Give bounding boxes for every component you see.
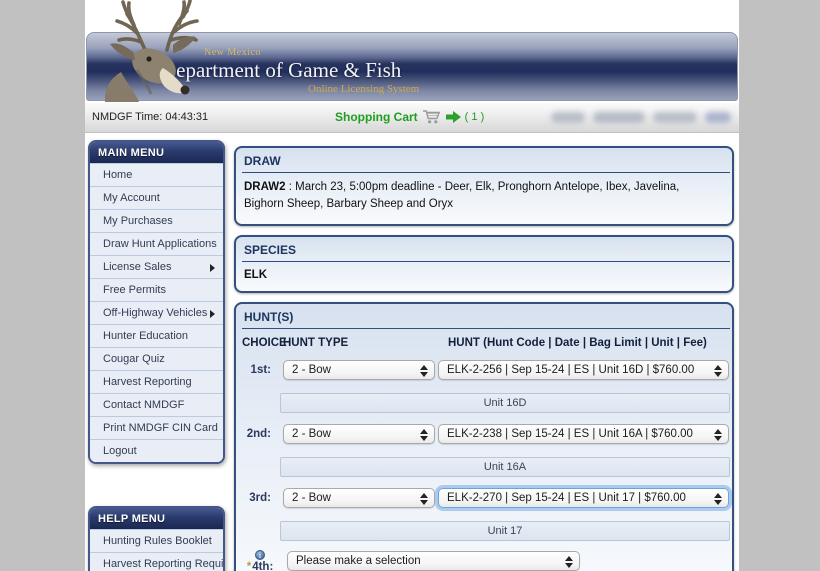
column-choice: CHOICE xyxy=(242,336,287,349)
menu-item-cougar-quiz[interactable]: Cougar Quiz xyxy=(90,347,223,370)
panel-divider xyxy=(242,260,730,262)
draw-panel: DRAW DRAW2 : March 23, 5:00pm deadline -… xyxy=(234,146,734,226)
species-panel: SPECIES ELK xyxy=(234,234,734,293)
redacted-user-info xyxy=(551,112,731,123)
arrow-right-icon xyxy=(445,111,461,123)
unit-bar-1: Unit 16D xyxy=(280,392,730,413)
panel-divider xyxy=(242,327,730,329)
main-content: DRAW DRAW2 : March 23, 5:00pm deadline -… xyxy=(234,146,734,571)
species-panel-title: SPECIES xyxy=(244,242,297,257)
menu-item-free-permits[interactable]: Free Permits xyxy=(90,278,223,301)
menu-item-draw-hunt-applications[interactable]: Draw Hunt Applications xyxy=(90,232,223,255)
menu-item-contact-nmdgf[interactable]: Contact NMDGF xyxy=(90,393,223,416)
main-menu-title: MAIN MENU xyxy=(90,142,223,163)
hunt-row-1: 1st: 2 - Bow ELK-2-256 | Sep 15-24 | ES … xyxy=(242,359,730,380)
menu-item-harvest-reporting[interactable]: Harvest Reporting xyxy=(90,370,223,393)
menu-item-logout[interactable]: Logout xyxy=(90,439,223,462)
panel-divider xyxy=(242,172,730,173)
up-down-stepper-icon xyxy=(713,428,722,442)
hunt-type-select-3[interactable]: 2 - Bow xyxy=(283,487,435,508)
info-icon[interactable] xyxy=(255,549,265,560)
screen: New Mexico Department of Game & Fish Onl… xyxy=(0,0,820,571)
menu-item-print-nmdgf-cin-card[interactable]: Print NMDGF CIN Card xyxy=(90,416,223,439)
submenu-right-arrow-icon xyxy=(210,264,215,272)
hunt-type-select-1[interactable]: 2 - Bow xyxy=(283,359,435,380)
shopping-cart-link[interactable]: Shopping Cart ( 1 ) xyxy=(335,109,484,125)
header-subtitle: Online Licensing System xyxy=(308,83,420,95)
help-menu-title: HELP MENU xyxy=(90,508,223,529)
hunts-panel-title: HUNT(S) xyxy=(244,309,294,324)
hunt-select-2[interactable]: ELK-2-238 | Sep 15-24 | ES | Unit 16A | … xyxy=(438,423,729,444)
species-value: ELK xyxy=(244,268,267,281)
hunt-type-select-2[interactable]: 2 - Bow xyxy=(283,423,435,444)
menu-item-hunter-education[interactable]: Hunter Education xyxy=(90,324,223,347)
hunt-row-3: 3rd: 2 - Bow ELK-2-270 | Sep 15-24 | ES … xyxy=(242,487,730,508)
submenu-right-arrow-icon xyxy=(210,310,215,318)
draw-code: DRAW2 xyxy=(244,181,286,193)
shopping-cart-icon xyxy=(422,110,440,124)
required-marker: * xyxy=(246,560,252,571)
hunt-select-1[interactable]: ELK-2-256 | Sep 15-24 | ES | Unit 16D | … xyxy=(438,359,729,380)
menu-item-harvest-reporting-requirements[interactable]: Harvest Reporting Requirements xyxy=(90,552,223,571)
up-down-stepper-icon xyxy=(419,492,428,506)
status-bar: NMDGF Time: 04:43:31 Shopping Cart ( 1 ) xyxy=(85,103,739,133)
unit-bar-3: Unit 17 xyxy=(280,520,730,541)
hunt-select-4[interactable]: Please make a selection xyxy=(287,551,580,571)
choice-label-1st: 1st: xyxy=(250,363,271,376)
cart-count: ( 1 ) xyxy=(464,111,485,123)
menu-item-hunting-rules-booklet[interactable]: Hunting Rules Booklet xyxy=(90,529,223,552)
up-down-stepper-icon xyxy=(564,555,573,569)
menu-item-license-sales[interactable]: License Sales xyxy=(90,255,223,278)
hunt-column-headers: CHOICE HUNT TYPE HUNT (Hunt Code | Date … xyxy=(242,337,730,349)
page: New Mexico Department of Game & Fish Onl… xyxy=(85,0,739,571)
up-down-stepper-icon xyxy=(419,428,428,442)
column-hunt-type: HUNT TYPE xyxy=(283,336,349,349)
hunt-row-2: 2nd: 2 - Bow ELK-2-238 | Sep 15-24 | ES … xyxy=(242,423,730,444)
menu-item-my-purchases[interactable]: My Purchases xyxy=(90,209,223,232)
up-down-stepper-icon xyxy=(713,364,722,378)
unit-bar-2: Unit 16A xyxy=(280,456,730,477)
hunt-select-3[interactable]: ELK-2-270 | Sep 15-24 | ES | Unit 17 | $… xyxy=(438,487,729,508)
shopping-cart-label: Shopping Cart xyxy=(335,110,418,124)
choice-label-3rd: 3rd: xyxy=(249,491,271,504)
help-menu: HELP MENU Hunting Rules Booklet Harvest … xyxy=(88,506,225,571)
draw-panel-title: DRAW xyxy=(244,154,281,168)
hunts-panel: HUNT(S) CHOICE HUNT TYPE HUNT (Hunt Code… xyxy=(234,301,734,571)
up-down-stepper-icon xyxy=(419,364,428,378)
menu-item-home[interactable]: Home xyxy=(90,163,223,186)
draw-description: DRAW2 : March 23, 5:00pm deadline - Deer… xyxy=(244,181,680,211)
menu-item-my-account[interactable]: My Account xyxy=(90,186,223,209)
up-down-stepper-icon xyxy=(713,492,722,506)
hunt-row-4: *4th: Please make a selection xyxy=(242,549,730,571)
menu-item-off-highway-vehicles[interactable]: Off-Highway Vehicles xyxy=(90,301,223,324)
main-menu: MAIN MENU Home My Account My Purchases D… xyxy=(88,140,225,464)
choice-label-2nd: 2nd: xyxy=(246,427,271,440)
server-time: NMDGF Time: 04:43:31 xyxy=(92,111,209,123)
choice-label-4th: 4th: xyxy=(252,560,274,571)
column-hunt: HUNT (Hunt Code | Date | Bag Limit | Uni… xyxy=(448,336,707,349)
deer-logo-image xyxy=(104,0,199,102)
